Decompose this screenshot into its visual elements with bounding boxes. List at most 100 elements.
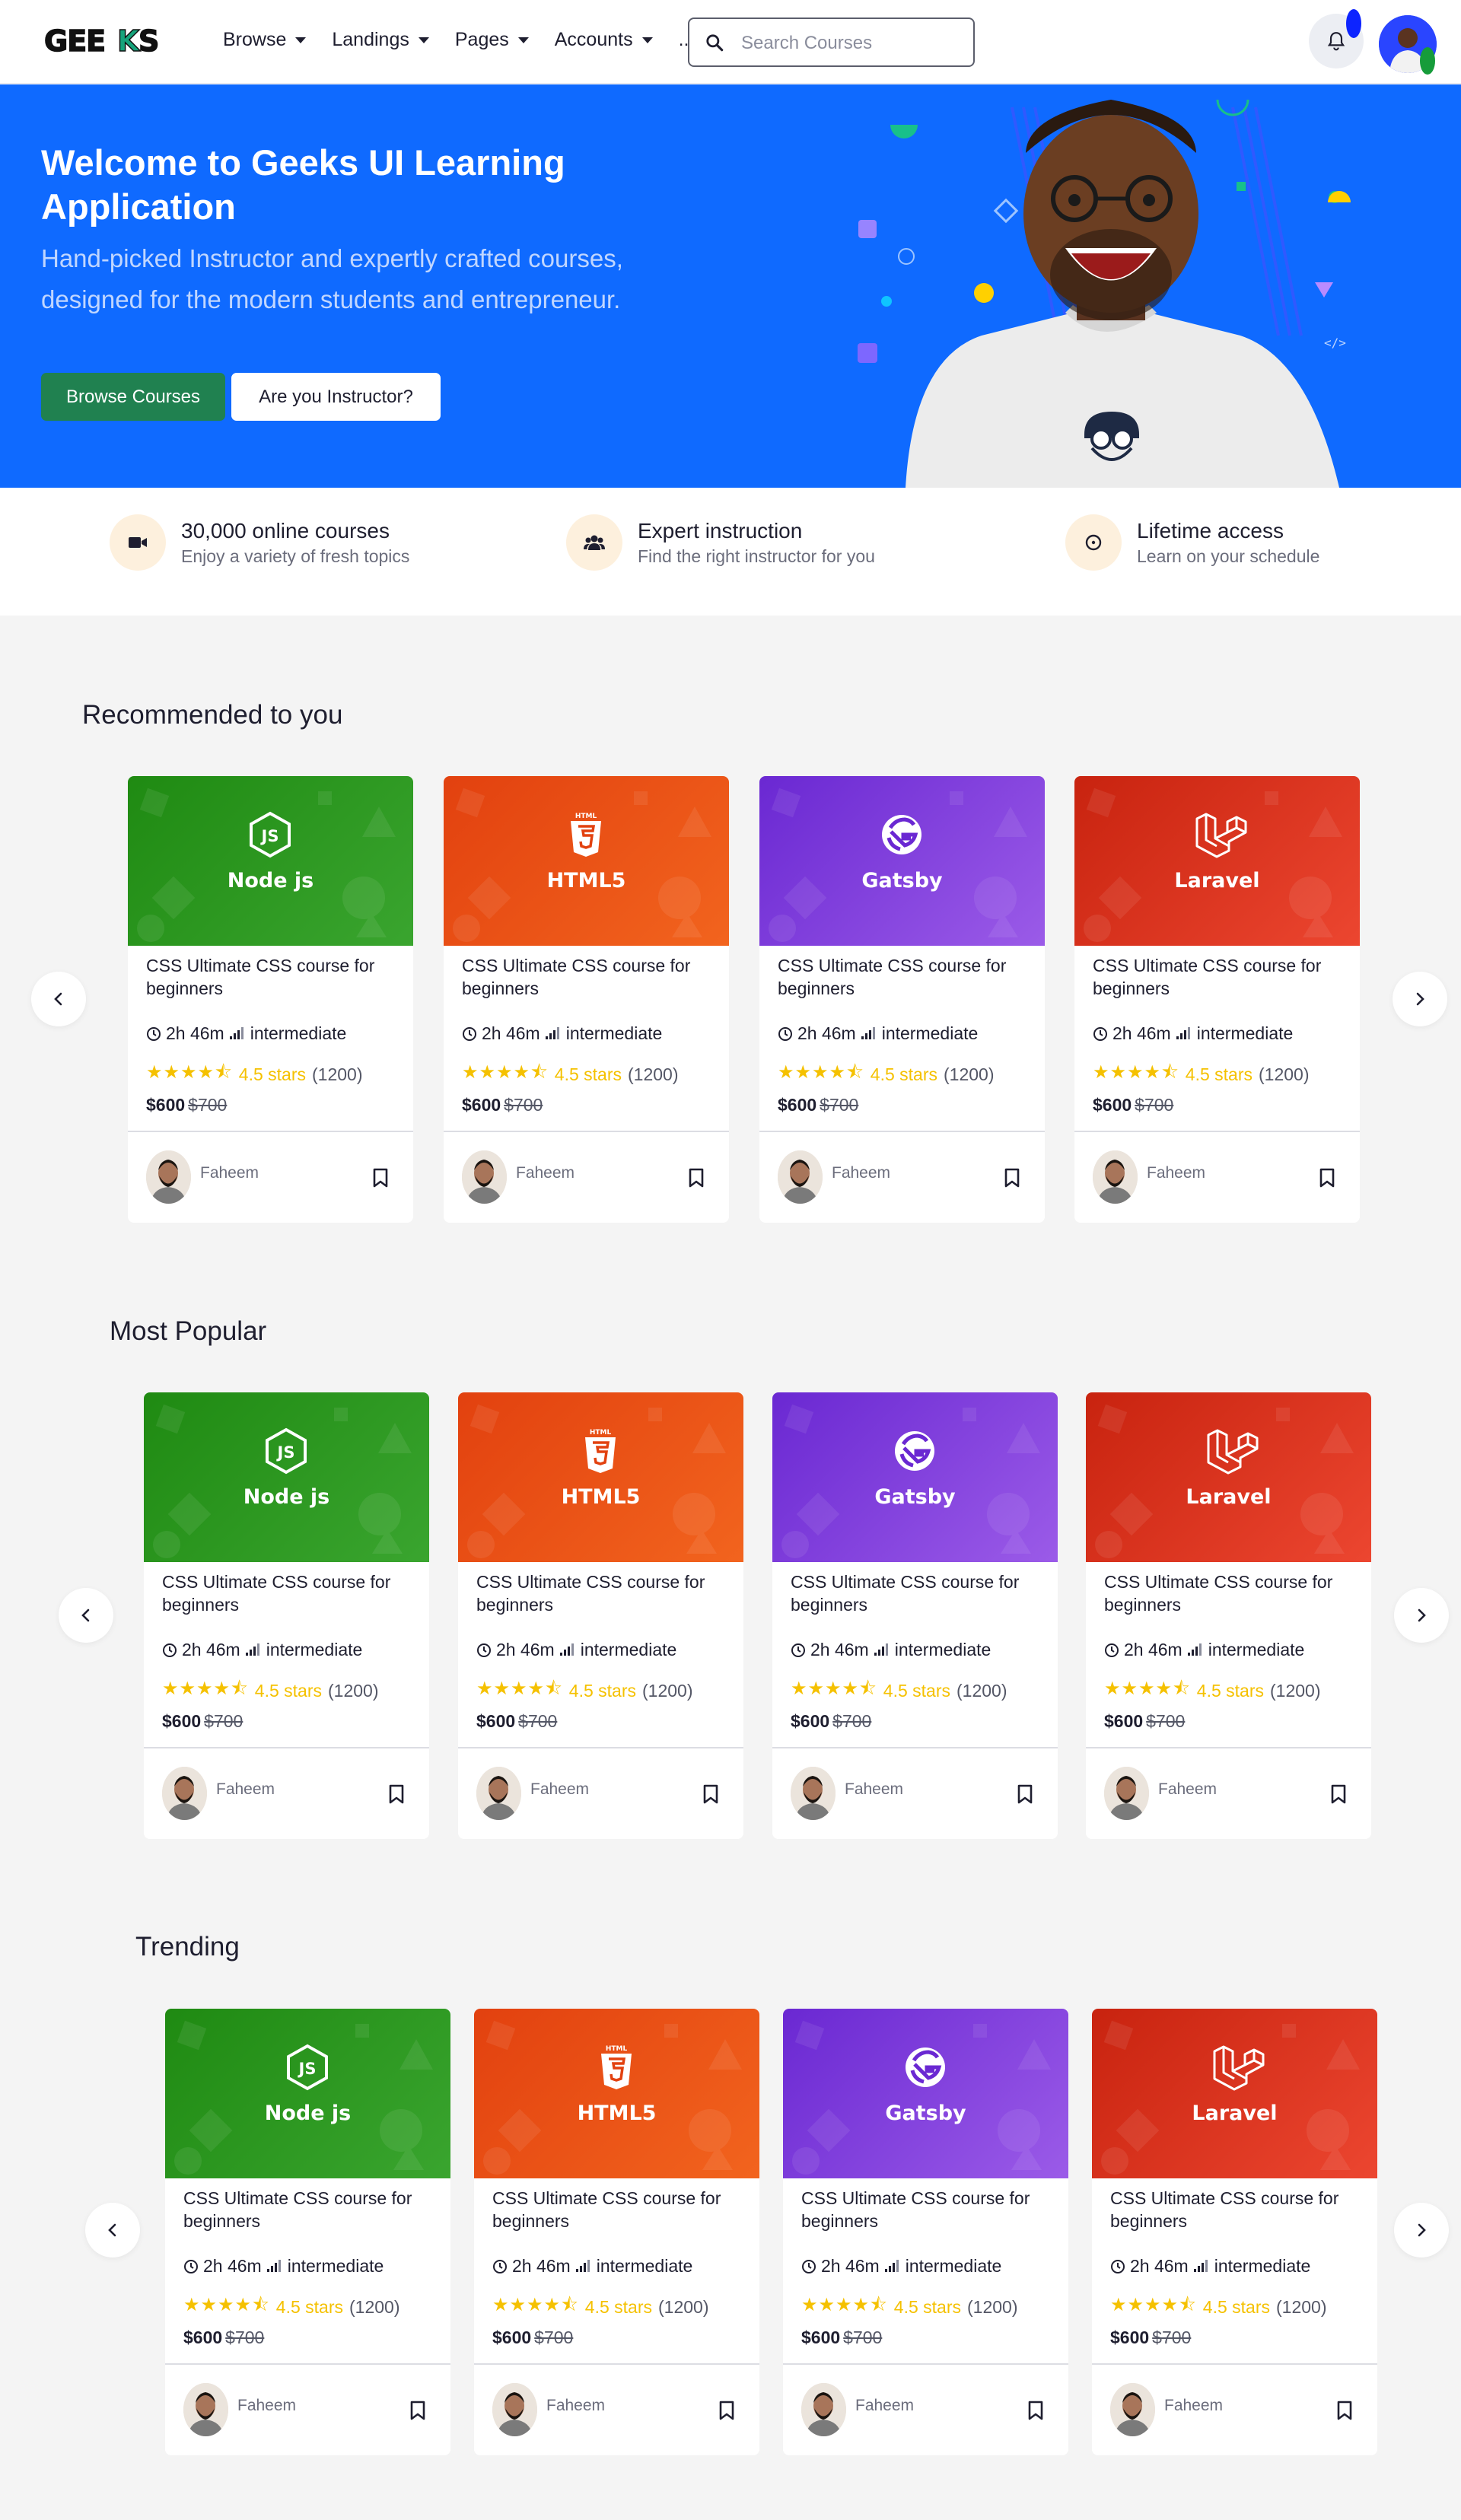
course-duration: 2h 46m (821, 2256, 880, 2276)
geeks-logo-icon: GEE K S (44, 26, 160, 56)
bookmark-icon[interactable] (1329, 1783, 1348, 1809)
course-card[interactable]: Gatsby CSS Ultimate CSS course for beginn… (759, 776, 1045, 1223)
carousel-next-button[interactable] (1394, 1588, 1449, 1643)
course-card[interactable]: Laravel CSS Ultimate CSS course for begin… (1092, 2009, 1377, 2455)
course-thumbnail[interactable]: Laravel (1086, 1392, 1371, 1562)
chevron-left-icon (54, 992, 62, 1006)
gatsby-icon (902, 2044, 948, 2095)
carousel-next-button[interactable] (1394, 2203, 1449, 2258)
rating-text: 4.5 stars (275, 2297, 344, 2317)
course-rating: ★★★★⯪ 4.5 stars (1200) (462, 1059, 679, 1090)
bookmark-icon[interactable] (409, 2400, 427, 2425)
course-thumbnail[interactable]: Laravel (1092, 2009, 1377, 2178)
rating-stars-icon: ★★★★⯪ (1110, 2295, 1197, 2315)
carousel-prev-button[interactable] (59, 1588, 113, 1643)
clock-icon (493, 2259, 507, 2273)
brand-logo[interactable]: GEE K S (44, 26, 166, 56)
author-avatar[interactable] (183, 2383, 228, 2436)
clock-icon (1111, 2259, 1125, 2273)
menu-browse[interactable]: Browse (223, 29, 307, 51)
bookmark-icon[interactable] (1003, 1167, 1021, 1192)
rating-stars-icon: ★★★★⯪ (791, 1678, 877, 1699)
author-avatar[interactable] (778, 1150, 823, 1204)
course-card[interactable]: Gatsby CSS Ultimate CSS course for beginn… (783, 2009, 1068, 2455)
bookmark-icon[interactable] (1335, 2400, 1354, 2425)
course-title: CSS Ultimate CSS course for beginners (476, 1572, 705, 1615)
html5-icon: HTML (578, 1427, 623, 1478)
author-avatar[interactable] (801, 2383, 846, 2436)
clock-icon (463, 1026, 476, 1041)
course-thumbnail[interactable]: HTML HTML5 (474, 2009, 759, 2178)
bookmark-icon[interactable] (687, 1167, 705, 1192)
carousel-next-button[interactable] (1393, 972, 1447, 1026)
menu-landings[interactable]: Landings (332, 29, 429, 51)
bookmark-icon[interactable] (718, 2400, 736, 2425)
course-title: CSS Ultimate CSS course for beginners (162, 1572, 391, 1615)
instructor-button[interactable]: Are you Instructor? (231, 373, 441, 421)
course-thumbnail[interactable]: JS Node js (165, 2009, 450, 2178)
course-level: intermediate (905, 2256, 1002, 2276)
clock-icon (1093, 1026, 1107, 1041)
feature-subtitle: Enjoy a variety of fresh topics (181, 546, 410, 566)
author-avatar[interactable] (476, 1767, 521, 1820)
course-card[interactable]: Laravel CSS Ultimate CSS course for begin… (1074, 776, 1360, 1223)
course-card[interactable]: JS Node js CSS Ultimate CSS course for beg… (165, 2009, 450, 2455)
bookmark-icon[interactable] (387, 1783, 406, 1809)
author-avatar[interactable] (1093, 1150, 1138, 1204)
author-name: Faheem (516, 1164, 575, 1182)
course-thumbnail[interactable]: JS Node js (128, 776, 413, 946)
bookmark-icon[interactable] (702, 1783, 720, 1809)
course-card[interactable]: HTML HTML5 CSS Ultimate CSS course for beg… (458, 1392, 743, 1839)
bookmark-icon[interactable] (1016, 1783, 1034, 1809)
bookmark-icon[interactable] (1027, 2400, 1045, 2425)
author-name: Faheem (845, 1780, 904, 1798)
course-thumbnail[interactable]: HTML HTML5 (444, 776, 729, 946)
author-avatar[interactable] (791, 1767, 836, 1820)
author-avatar[interactable] (162, 1767, 207, 1820)
current-price: $600 (801, 2328, 841, 2347)
menu-accounts[interactable]: Accounts (555, 29, 653, 51)
clock-icon (147, 1026, 161, 1041)
author-avatar[interactable] (1104, 1767, 1149, 1820)
level-bars-icon (1193, 2256, 1210, 2277)
browse-courses-button[interactable]: Browse Courses (41, 373, 225, 421)
svg-text:HTML: HTML (575, 813, 597, 820)
search-input[interactable] (741, 31, 962, 56)
course-thumbnail[interactable]: Laravel (1074, 776, 1360, 946)
course-price: $600 $700 (162, 1711, 243, 1732)
bookmark-icon[interactable] (371, 1167, 390, 1192)
course-price: $600 $700 (476, 1711, 557, 1732)
current-price: $600 (462, 1095, 501, 1115)
course-meta: 2h 46m intermediate (183, 2256, 384, 2277)
course-duration: 2h 46m (166, 1023, 224, 1043)
bookmark-icon[interactable] (1318, 1167, 1336, 1192)
level-bars-icon (266, 2256, 283, 2277)
course-thumbnail[interactable]: JS Node js (144, 1392, 429, 1562)
author-name: Faheem (1147, 1164, 1206, 1182)
course-card[interactable]: Laravel CSS Ultimate CSS course for begin… (1086, 1392, 1371, 1839)
course-card[interactable]: JS Node js CSS Ultimate CSS course for beg… (144, 1392, 429, 1839)
course-card[interactable]: HTML HTML5 CSS Ultimate CSS course for beg… (474, 2009, 759, 2455)
level-bars-icon (1187, 1640, 1204, 1660)
author-avatar[interactable] (492, 2383, 537, 2436)
course-thumbnail[interactable]: Gatsby (772, 1392, 1058, 1562)
old-price: $700 (1146, 1711, 1186, 1731)
course-rating: ★★★★⯪ 4.5 stars (1200) (146, 1059, 363, 1090)
course-card[interactable]: Gatsby CSS Ultimate CSS course for beginn… (772, 1392, 1058, 1839)
author-avatar[interactable] (146, 1150, 191, 1204)
review-count: (1200) (628, 1064, 679, 1084)
old-price: $700 (1152, 2328, 1192, 2347)
course-thumbnail[interactable]: HTML HTML5 (458, 1392, 743, 1562)
author-avatar[interactable] (462, 1150, 507, 1204)
course-card[interactable]: HTML HTML5 CSS Ultimate CSS course for beg… (444, 776, 729, 1223)
course-card[interactable]: JS Node js CSS Ultimate CSS course for beg… (128, 776, 413, 1223)
thumbnail-label: Laravel (1192, 2102, 1278, 2125)
course-thumbnail[interactable]: Gatsby (783, 2009, 1068, 2178)
course-thumbnail[interactable]: Gatsby (759, 776, 1045, 946)
course-rating: ★★★★⯪ 4.5 stars (1200) (778, 1059, 995, 1090)
carousel-prev-button[interactable] (31, 972, 86, 1026)
carousel-prev-button[interactable] (85, 2203, 140, 2258)
menu-pages[interactable]: Pages (455, 29, 529, 51)
author-avatar[interactable] (1110, 2383, 1155, 2436)
course-rating: ★★★★⯪ 4.5 stars (1200) (1093, 1059, 1310, 1090)
